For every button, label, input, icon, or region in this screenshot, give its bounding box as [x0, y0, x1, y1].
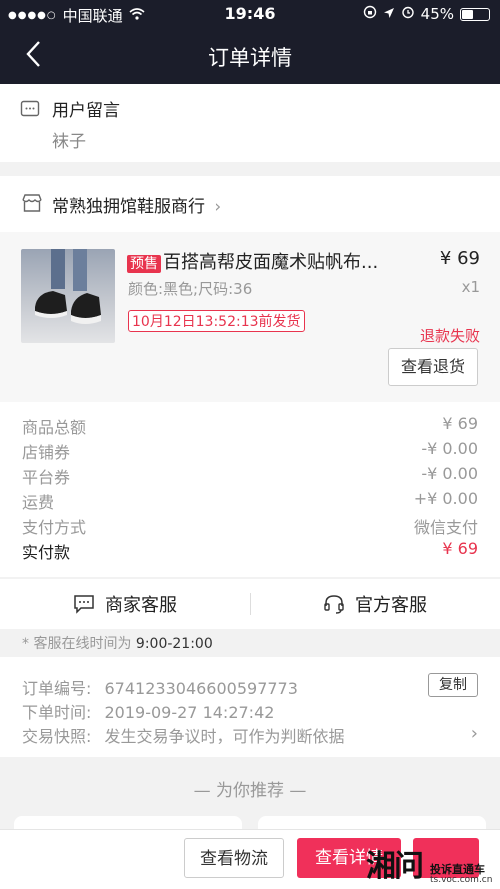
- presale-badge: 预售: [127, 255, 161, 273]
- price-summary: 商品总额 ¥ 69 店铺券 -¥ 0.00 平台券 -¥ 0.00 运费 +¥ 0.00…: [0, 402, 500, 577]
- order-time: 2019-09-27 14:27:42: [104, 703, 275, 722]
- summary-label: 支付方式: [22, 518, 87, 537]
- chat-icon: [74, 595, 94, 614]
- battery-icon: [460, 7, 490, 21]
- summary-row: 运费 +¥ 0.00: [22, 489, 478, 513]
- summary-label: 商品总额: [22, 418, 87, 437]
- rotation-lock-icon: [363, 5, 377, 23]
- summary-value: -¥ 0.00: [421, 464, 478, 483]
- snapshot-text: 发生交易争议时，可作为判断依据: [104, 727, 345, 746]
- product-price: ¥ 69: [439, 248, 480, 269]
- summary-row: 店铺券 -¥ 0.00: [22, 439, 478, 463]
- page-title: 订单详情: [208, 46, 292, 70]
- memo-text: 袜子: [52, 132, 86, 152]
- refund-status: 退款失败: [419, 327, 480, 345]
- shop-row[interactable]: 常熟独拥馆鞋服商行 ›: [0, 176, 500, 232]
- product-title-text: 百搭高帮皮面魔术贴帆布...: [163, 252, 379, 273]
- shop-name[interactable]: 常熟独拥馆鞋服商行 ›: [52, 192, 221, 217]
- recommend-header: — 为你推荐 —: [193, 781, 307, 801]
- official-service-button[interactable]: 官方客服: [250, 579, 500, 629]
- order-time-label: 下单时间:: [22, 703, 92, 722]
- status-bar: ●●●●○ 中国联通 19:46 45%: [0, 0, 500, 28]
- summary-value: ¥ 69: [442, 414, 478, 433]
- official-service-label: 官方客服: [355, 595, 427, 616]
- summary-row: 商品总额 ¥ 69: [22, 414, 478, 438]
- chevron-right-icon: ›: [470, 723, 478, 744]
- order-time-row: 下单时间: 2019-09-27 14:27:42: [22, 699, 274, 723]
- ship-deadline-badge: 10月12日13:52:13前发货: [128, 310, 305, 332]
- view-refund-button[interactable]: 查看退货: [388, 348, 478, 386]
- service-hours-value: 9:00-21:00: [135, 636, 213, 652]
- summary-row: 平台券 -¥ 0.00: [22, 464, 478, 488]
- view-logistics-button[interactable]: 查看物流: [184, 838, 284, 878]
- battery-percent: 45%: [420, 5, 454, 23]
- nav-bar: 订单详情: [0, 28, 500, 84]
- copy-button[interactable]: 复制: [428, 673, 478, 697]
- user-memo-section: 用户留言 袜子: [0, 84, 500, 162]
- product-title[interactable]: 预售 百搭高帮皮面魔术贴帆布...: [127, 248, 417, 274]
- paid-value: ¥ 69: [442, 539, 478, 558]
- service-hours: * 客服在线时间为 9:00-21:00: [22, 633, 213, 653]
- summary-label: 运费: [22, 493, 55, 512]
- headset-icon: [324, 595, 344, 614]
- location-icon: [383, 5, 395, 23]
- watermark-line2: ts.voc.com.cn: [430, 875, 493, 885]
- shop-name-text: 常熟独拥馆鞋服商行: [52, 197, 205, 217]
- message-icon: [20, 100, 40, 124]
- chevron-right-icon: ›: [214, 197, 222, 217]
- summary-label: 平台券: [22, 468, 71, 487]
- paid-row: 实付款 ¥ 69: [22, 539, 478, 563]
- order-number-row: 订单编号: 6741233046600597773: [22, 675, 298, 699]
- merchant-service-label: 商家客服: [105, 595, 177, 616]
- watermark-logo: 湘问 投诉直通车 ts.voc.com.cn: [366, 841, 496, 887]
- summary-row: 支付方式 微信支付: [22, 514, 478, 538]
- merchant-service-button[interactable]: 商家客服: [0, 579, 250, 629]
- snapshot-label: 交易快照:: [22, 727, 92, 746]
- product-spec: 颜色:黑色;尺码:36: [128, 280, 253, 298]
- product-quantity: x1: [461, 278, 480, 296]
- paid-label: 实付款: [22, 543, 71, 562]
- memo-label: 用户留言: [52, 101, 120, 121]
- summary-value: +¥ 0.00: [413, 489, 478, 508]
- watermark-logo-text: 湘问: [366, 849, 424, 884]
- store-icon: [21, 192, 43, 218]
- service-hours-label: * 客服在线时间为: [22, 636, 132, 652]
- alarm-icon: [401, 5, 415, 23]
- customer-service-bar: 商家客服 官方客服: [0, 579, 500, 629]
- product-image[interactable]: [21, 249, 115, 343]
- order-info-section: 订单编号: 6741233046600597773 复制 下单时间: 2019-…: [0, 657, 500, 757]
- summary-label: 店铺券: [22, 443, 71, 462]
- order-number-label: 订单编号:: [22, 679, 92, 698]
- order-number: 6741233046600597773: [104, 679, 298, 698]
- snapshot-row[interactable]: 交易快照: 发生交易争议时，可作为判断依据: [22, 723, 478, 747]
- summary-value: -¥ 0.00: [421, 439, 478, 458]
- product-card[interactable]: 预售 百搭高帮皮面魔术贴帆布... ¥ 69 颜色:黑色;尺码:36 x1 10月…: [0, 232, 500, 402]
- summary-value: 微信支付: [413, 518, 478, 537]
